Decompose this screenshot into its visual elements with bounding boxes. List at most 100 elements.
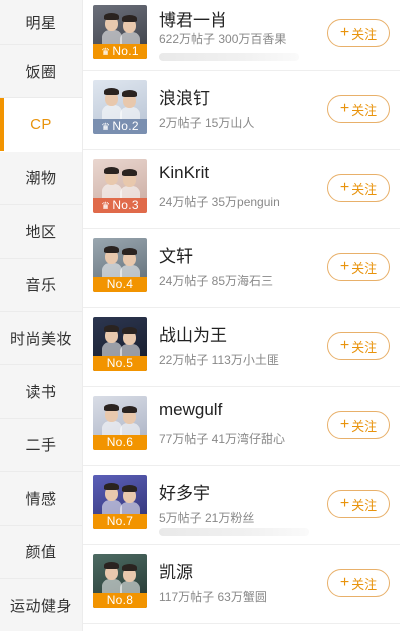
crown-icon: ♛ <box>101 201 111 212</box>
figure-hair <box>122 564 137 571</box>
ranking-row[interactable]: No.5 战山为王 22万帖子 113万小土匪 + 关注 <box>83 308 400 387</box>
group-stats: 24万帖子 35万penguin <box>159 195 280 209</box>
sidebar-item-trend[interactable]: 潮物 <box>0 152 82 206</box>
group-stats: 24万帖子 85万海石三 <box>159 274 274 288</box>
figure-hair <box>122 485 137 492</box>
rank-label: No.2 <box>112 119 139 133</box>
sidebar-item-fashion-beauty[interactable]: 时尚美妆 <box>0 312 82 366</box>
follow-button[interactable]: + 关注 <box>327 19 390 47</box>
group-stats: 77万帖子 41万湾仔甜心 <box>159 432 286 446</box>
sidebar-item-stars[interactable]: 明星 <box>0 0 82 45</box>
rank-badge: No.4 <box>93 277 147 292</box>
figure-hair <box>104 325 119 332</box>
blurred-text <box>159 528 309 536</box>
follow-button[interactable]: + 关注 <box>327 95 390 123</box>
group-name[interactable]: 战山为王 <box>159 321 227 346</box>
rank-label: No.8 <box>106 593 134 607</box>
plus-icon: + <box>339 179 350 196</box>
ranking-row[interactable]: No.7 好多宇 5万帖子 21万粉丝 + 关注 <box>83 466 400 545</box>
group-stats: 2万帖子 15万山人 <box>159 116 255 130</box>
rank-label: No.3 <box>112 198 139 212</box>
sidebar-item-reading[interactable]: 读书 <box>0 365 82 419</box>
group-name[interactable]: KinKrit <box>159 163 209 183</box>
follow-label: 关注 <box>351 260 378 276</box>
plus-icon: + <box>339 574 350 591</box>
group-thumbnail[interactable]: No.6 <box>93 396 147 450</box>
group-name[interactable]: 凯源 <box>159 558 193 583</box>
group-stats: 622万帖子 300万百香果 <box>159 32 287 46</box>
rank-label: No.7 <box>106 514 134 528</box>
plus-icon: + <box>339 24 350 41</box>
group-stats: 5万帖子 21万粉丝 <box>159 511 255 525</box>
plus-icon: + <box>339 337 350 354</box>
rank-label: No.5 <box>106 356 134 370</box>
sidebar-item-fandom[interactable]: 饭圈 <box>0 45 82 99</box>
figure-hair <box>104 562 119 569</box>
group-name[interactable]: 好多宇 <box>159 479 210 504</box>
sidebar-item-emotion[interactable]: 情感 <box>0 472 82 526</box>
group-thumbnail[interactable]: No.7 <box>93 475 147 529</box>
figure-hair <box>122 15 137 22</box>
crown-icon: ♛ <box>101 122 111 133</box>
ranking-row[interactable]: No.8 凯源 117万帖子 63万蟹圆 + 关注 <box>83 545 400 624</box>
group-thumbnail[interactable]: ♛ No.3 <box>93 159 147 213</box>
follow-button[interactable]: + 关注 <box>327 332 390 360</box>
plus-icon: + <box>339 258 350 275</box>
category-sidebar: 明星 饭圈 CP 潮物 地区 音乐 时尚美妆 读书 二手 情感 颜值 运动健身 <box>0 0 83 631</box>
group-name[interactable]: mewgulf <box>159 400 222 420</box>
figure-hair <box>104 483 119 490</box>
blurred-text <box>159 53 299 61</box>
group-thumbnail[interactable]: No.5 <box>93 317 147 371</box>
rank-label: No.4 <box>106 277 134 291</box>
group-name[interactable]: 文轩 <box>159 242 193 267</box>
sidebar-item-cp[interactable]: CP <box>0 98 82 152</box>
follow-label: 关注 <box>351 102 378 118</box>
follow-label: 关注 <box>351 497 378 513</box>
crown-icon: ♛ <box>101 47 111 58</box>
plus-icon: + <box>339 416 350 433</box>
ranking-row[interactable]: ♛ No.2 浪浪钉 2万帖子 15万山人 + 关注 <box>83 71 400 150</box>
figure-hair <box>122 327 137 334</box>
figure-hair <box>122 169 137 176</box>
rank-badge: ♛ No.2 <box>93 119 147 134</box>
group-name[interactable]: 博君一肖 <box>159 6 227 31</box>
ranking-row[interactable]: No.4 文轩 24万帖子 85万海石三 + 关注 <box>83 229 400 308</box>
follow-label: 关注 <box>351 339 378 355</box>
rank-label: No.1 <box>112 44 139 58</box>
figure-hair <box>104 88 119 95</box>
group-thumbnail[interactable]: No.8 <box>93 554 147 608</box>
follow-label: 关注 <box>351 26 378 42</box>
ranking-row[interactable]: ♛ No.1 博君一肖 622万帖子 300万百香果 + 关注 <box>83 0 400 71</box>
figure-hair <box>104 167 119 174</box>
sidebar-item-music[interactable]: 音乐 <box>0 259 82 312</box>
group-stats: 22万帖子 113万小土匪 <box>159 353 279 367</box>
sidebar-item-secondhand[interactable]: 二手 <box>0 419 82 473</box>
rank-badge: No.8 <box>93 593 147 608</box>
rank-badge: No.6 <box>93 435 147 450</box>
follow-button[interactable]: + 关注 <box>327 253 390 281</box>
follow-label: 关注 <box>351 181 378 197</box>
rank-badge: No.5 <box>93 356 147 371</box>
follow-label: 关注 <box>351 576 378 592</box>
group-thumbnail[interactable]: No.4 <box>93 238 147 292</box>
follow-label: 关注 <box>351 418 378 434</box>
figure-hair <box>122 90 137 97</box>
follow-button[interactable]: + 关注 <box>327 490 390 518</box>
app-root: 明星 饭圈 CP 潮物 地区 音乐 时尚美妆 读书 二手 情感 颜值 运动健身 … <box>0 0 400 631</box>
follow-button[interactable]: + 关注 <box>327 411 390 439</box>
figure-hair <box>104 404 119 411</box>
rank-badge: ♛ No.1 <box>93 44 147 59</box>
follow-button[interactable]: + 关注 <box>327 174 390 202</box>
group-thumbnail[interactable]: ♛ No.2 <box>93 80 147 134</box>
ranking-row[interactable]: ♛ No.3 KinKrit 24万帖子 35万penguin + 关注 <box>83 150 400 229</box>
group-name[interactable]: 浪浪钉 <box>159 84 210 109</box>
sidebar-item-fitness[interactable]: 运动健身 <box>0 579 82 631</box>
plus-icon: + <box>339 100 350 117</box>
rank-badge: ♛ No.3 <box>93 198 147 213</box>
ranking-row[interactable]: No.6 mewgulf 77万帖子 41万湾仔甜心 + 关注 <box>83 387 400 466</box>
follow-button[interactable]: + 关注 <box>327 569 390 597</box>
sidebar-item-region[interactable]: 地区 <box>0 205 82 259</box>
group-thumbnail[interactable]: ♛ No.1 <box>93 5 147 59</box>
sidebar-item-looks[interactable]: 颜值 <box>0 526 82 579</box>
rank-badge: No.7 <box>93 514 147 529</box>
